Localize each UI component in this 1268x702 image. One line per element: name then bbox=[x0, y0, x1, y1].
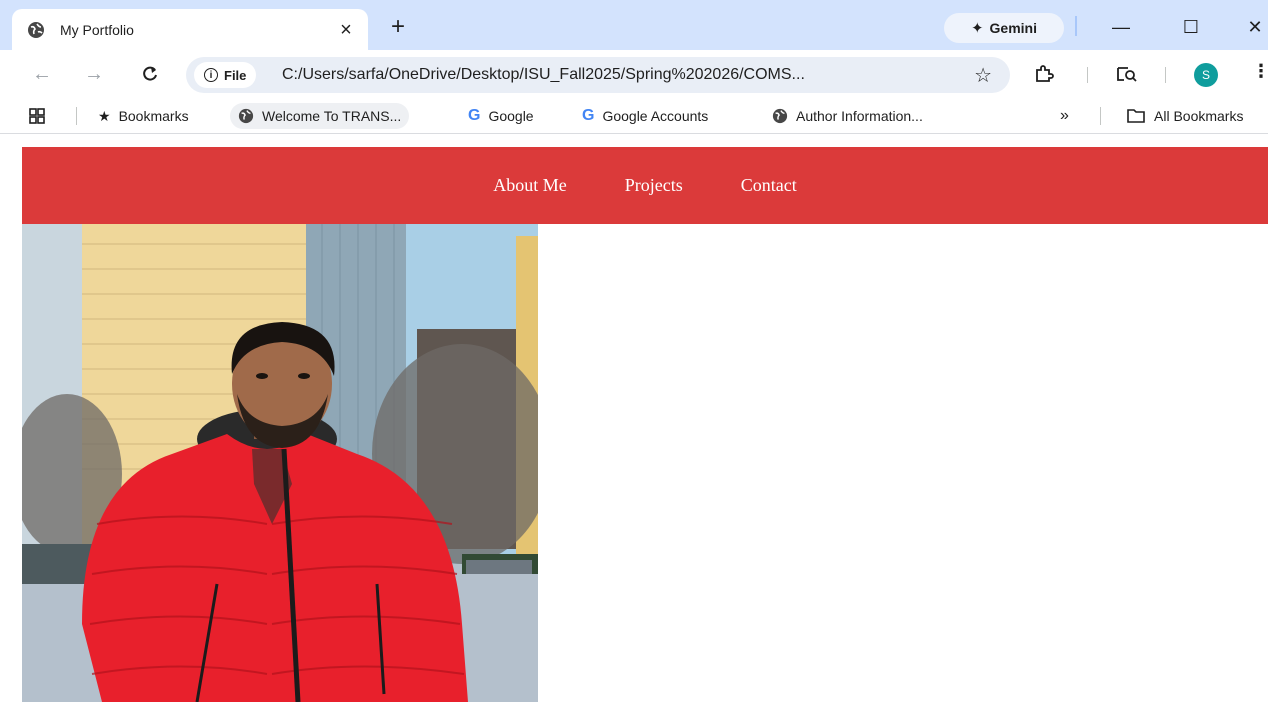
forward-button[interactable]: → bbox=[80, 60, 108, 88]
tab-strip: My Portfolio × + ✦ Gemini — ☐ ✕ bbox=[0, 0, 1268, 50]
minimize-button[interactable]: — bbox=[1098, 10, 1144, 44]
address-bar[interactable]: i File C:/Users/sarfa/OneDrive/Desktop/I… bbox=[186, 57, 1010, 93]
star-icon: ★ bbox=[98, 107, 111, 124]
nav-link-contact[interactable]: Contact bbox=[741, 175, 797, 196]
bookmark-label: Welcome To TRANS... bbox=[262, 108, 402, 124]
nav-link-about-me[interactable]: About Me bbox=[493, 175, 567, 196]
gemini-sparkle-icon: ✦ bbox=[970, 20, 984, 37]
tab-strip-divider bbox=[1075, 16, 1077, 36]
more-menu-icon[interactable]: ⋮ bbox=[1252, 61, 1268, 82]
back-button[interactable]: ← bbox=[28, 60, 56, 88]
toolbar-divider bbox=[1165, 67, 1166, 83]
toolbar-divider bbox=[1087, 67, 1088, 83]
folder-icon bbox=[1126, 108, 1146, 124]
globe-icon bbox=[238, 108, 254, 124]
info-icon: i bbox=[204, 68, 218, 82]
bookmarks-overflow-button[interactable]: » bbox=[1052, 103, 1077, 129]
new-tab-button[interactable]: + bbox=[384, 13, 412, 41]
close-window-button[interactable]: ✕ bbox=[1232, 10, 1268, 44]
nav-link-projects[interactable]: Projects bbox=[625, 175, 683, 196]
url-text[interactable]: C:/Users/sarfa/OneDrive/Desktop/ISU_Fall… bbox=[282, 57, 805, 93]
globe-icon bbox=[772, 108, 788, 124]
site-info-label: File bbox=[224, 67, 247, 83]
bookmark-google-accounts[interactable]: G Google Accounts bbox=[574, 103, 716, 129]
bookmark-label: Google Accounts bbox=[602, 108, 709, 124]
all-bookmarks-label: All Bookmarks bbox=[1154, 108, 1244, 124]
site-navigation-bar: About Me Projects Contact bbox=[22, 147, 1268, 224]
bookmark-welcome-trans[interactable]: Welcome To TRANS... bbox=[230, 103, 410, 129]
close-tab-icon[interactable]: × bbox=[336, 20, 356, 40]
tab-title: My Portfolio bbox=[60, 21, 134, 38]
web-page: About Me Projects Contact bbox=[0, 135, 1268, 702]
tab-my-portfolio[interactable]: My Portfolio × bbox=[12, 9, 368, 50]
bookmarks-divider bbox=[1100, 107, 1101, 125]
bookmark-bookmarks[interactable]: ★ Bookmarks bbox=[90, 103, 197, 129]
bookmark-label: Google bbox=[488, 108, 534, 124]
reload-button[interactable] bbox=[136, 60, 164, 88]
google-icon: G bbox=[582, 107, 595, 124]
bookmark-author-information[interactable]: Author Information... bbox=[764, 103, 931, 129]
profile-avatar[interactable]: S bbox=[1194, 63, 1218, 87]
gemini-label: Gemini bbox=[989, 20, 1038, 36]
bookmarks-bar: ★ Bookmarks Welcome To TRANS... G Google… bbox=[0, 98, 1268, 134]
bookmark-label: Bookmarks bbox=[118, 108, 189, 124]
apps-grid-icon[interactable] bbox=[20, 103, 54, 129]
google-icon: G bbox=[468, 107, 481, 124]
gemini-button[interactable]: ✦ Gemini bbox=[944, 13, 1064, 43]
site-info-chip[interactable]: i File bbox=[194, 62, 257, 88]
bookmark-google[interactable]: G Google bbox=[460, 103, 542, 129]
all-bookmarks-button[interactable]: All Bookmarks bbox=[1118, 103, 1251, 129]
search-tabs-icon[interactable] bbox=[1116, 62, 1138, 86]
bookmark-label: Author Information... bbox=[796, 108, 923, 124]
extensions-icon[interactable] bbox=[1034, 62, 1054, 86]
reload-icon bbox=[143, 66, 157, 81]
profile-photo bbox=[22, 224, 538, 702]
bookmark-star-icon[interactable]: ☆ bbox=[974, 63, 992, 88]
bookmarks-divider bbox=[76, 107, 77, 125]
globe-icon bbox=[26, 20, 46, 40]
maximize-button[interactable]: ☐ bbox=[1168, 10, 1214, 44]
browser-toolbar: ← → i File C:/Users/sarfa/OneDrive/Deskt… bbox=[0, 50, 1268, 98]
